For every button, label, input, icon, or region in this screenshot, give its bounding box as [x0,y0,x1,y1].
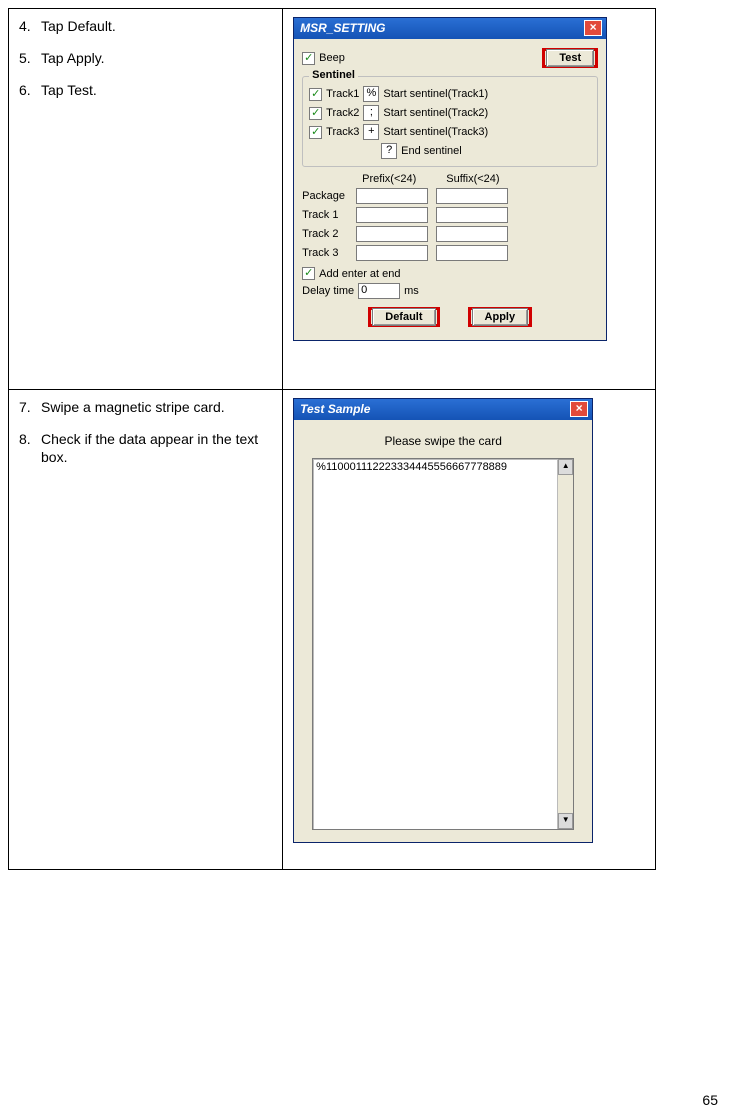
track2-chk-label: Track2 [326,107,359,119]
msr-setting-dialog: MSR_SETTING × Beep Test Sentine [293,17,607,341]
track3-prefix-input[interactable] [356,245,428,261]
step-number: 7. [19,398,31,416]
window-title: Test Sample [300,402,370,416]
add-enter-checkbox[interactable]: Add enter at end [302,267,400,280]
screenshot-cell-bottom: Test Sample × Please swipe the card %110… [283,390,656,870]
track3-sentinel-input[interactable]: + [363,124,379,140]
suffix-header: Suffix(<24) [446,173,499,185]
track3-chk-label: Track3 [326,126,359,138]
track2-sentinel-input[interactable]: ; [363,105,379,121]
track1-prefix-input[interactable] [356,207,428,223]
track1-checkbox[interactable]: Track1 [309,88,359,101]
instruction-table: 4. Tap Default. 5. Tap Apply. 6. Tap Tes… [8,8,656,870]
checkbox-icon [309,107,322,120]
track3-suffix-input[interactable] [436,245,508,261]
highlight-box-apply: Apply [468,307,533,327]
track3-label: Track 3 [302,247,352,259]
list-item: 5. Tap Apply. [19,49,272,67]
delay-label: Delay time [302,285,354,297]
package-label: Package [302,190,352,202]
delay-unit: ms [404,285,419,297]
step-number: 6. [19,81,31,99]
screenshot-cell-top: MSR_SETTING × Beep Test Sentine [283,9,656,390]
track1-label: Track 1 [302,209,352,221]
card-data-value: %110001112223334445556667778889 [316,461,507,473]
card-data-textbox[interactable]: %110001112223334445556667778889 ▲ ▼ [312,458,574,830]
beep-label: Beep [319,52,345,64]
sentinel-group: Sentinel Track1 % Start sentinel(Track1) [302,76,598,167]
list-item: 6. Tap Test. [19,81,272,99]
instructions-cell-bottom: 7. Swipe a magnetic stripe card. 8. Chec… [9,390,283,870]
instructions-cell-top: 4. Tap Default. 5. Tap Apply. 6. Tap Tes… [9,9,283,390]
apply-button[interactable]: Apply [472,308,529,326]
delay-input[interactable]: 0 [358,283,400,299]
checkbox-icon [309,126,322,139]
track2-label: Track 2 [302,228,352,240]
step-text: Check if the data appear in the text box… [41,431,258,465]
beep-checkbox[interactable]: Beep [302,52,345,65]
scroll-up-icon[interactable]: ▲ [558,459,573,475]
checkbox-icon [302,52,315,65]
track3-checkbox[interactable]: Track3 [309,126,359,139]
step-text: Swipe a magnetic stripe card. [41,399,225,415]
checkbox-icon [309,88,322,101]
track2-suffix-input[interactable] [436,226,508,242]
list-item: 8. Check if the data appear in the text … [19,430,272,466]
close-icon[interactable]: × [584,20,602,36]
sentinel-legend: Sentinel [309,69,358,81]
track1-sentinel-input[interactable]: % [363,86,379,102]
prefix-header: Prefix(<24) [362,173,416,185]
end-sentinel-label: End sentinel [401,145,462,157]
close-icon[interactable]: × [570,401,588,417]
titlebar: MSR_SETTING × [294,18,606,39]
checkbox-icon [302,267,315,280]
highlight-box-default: Default [368,307,439,327]
swipe-message: Please swipe the card [384,434,501,448]
end-sentinel-input[interactable]: ? [381,143,397,159]
track2-prefix-input[interactable] [356,226,428,242]
step-number: 8. [19,430,31,448]
step-text: Tap Apply. [41,50,105,66]
list-item: 7. Swipe a magnetic stripe card. [19,398,272,416]
list-item: 4. Tap Default. [19,17,272,35]
highlight-box-test: Test [542,48,598,68]
step-text: Tap Default. [41,18,116,34]
track2-checkbox[interactable]: Track2 [309,107,359,120]
default-button[interactable]: Default [372,308,435,326]
window-title: MSR_SETTING [300,21,385,35]
test-sample-dialog: Test Sample × Please swipe the card %110… [293,398,593,843]
step-text: Tap Test. [41,82,97,98]
track3-start-label: Start sentinel(Track3) [383,126,488,138]
titlebar: Test Sample × [294,399,592,420]
scrollbar[interactable]: ▲ ▼ [557,459,573,829]
page-number: 65 [702,1092,718,1108]
add-enter-label: Add enter at end [319,268,400,280]
step-number: 5. [19,49,31,67]
package-prefix-input[interactable] [356,188,428,204]
step-number: 4. [19,17,31,35]
track1-suffix-input[interactable] [436,207,508,223]
track2-start-label: Start sentinel(Track2) [383,107,488,119]
track1-start-label: Start sentinel(Track1) [383,88,488,100]
scroll-down-icon[interactable]: ▼ [558,813,573,829]
package-suffix-input[interactable] [436,188,508,204]
test-button[interactable]: Test [546,49,594,67]
track1-chk-label: Track1 [326,88,359,100]
